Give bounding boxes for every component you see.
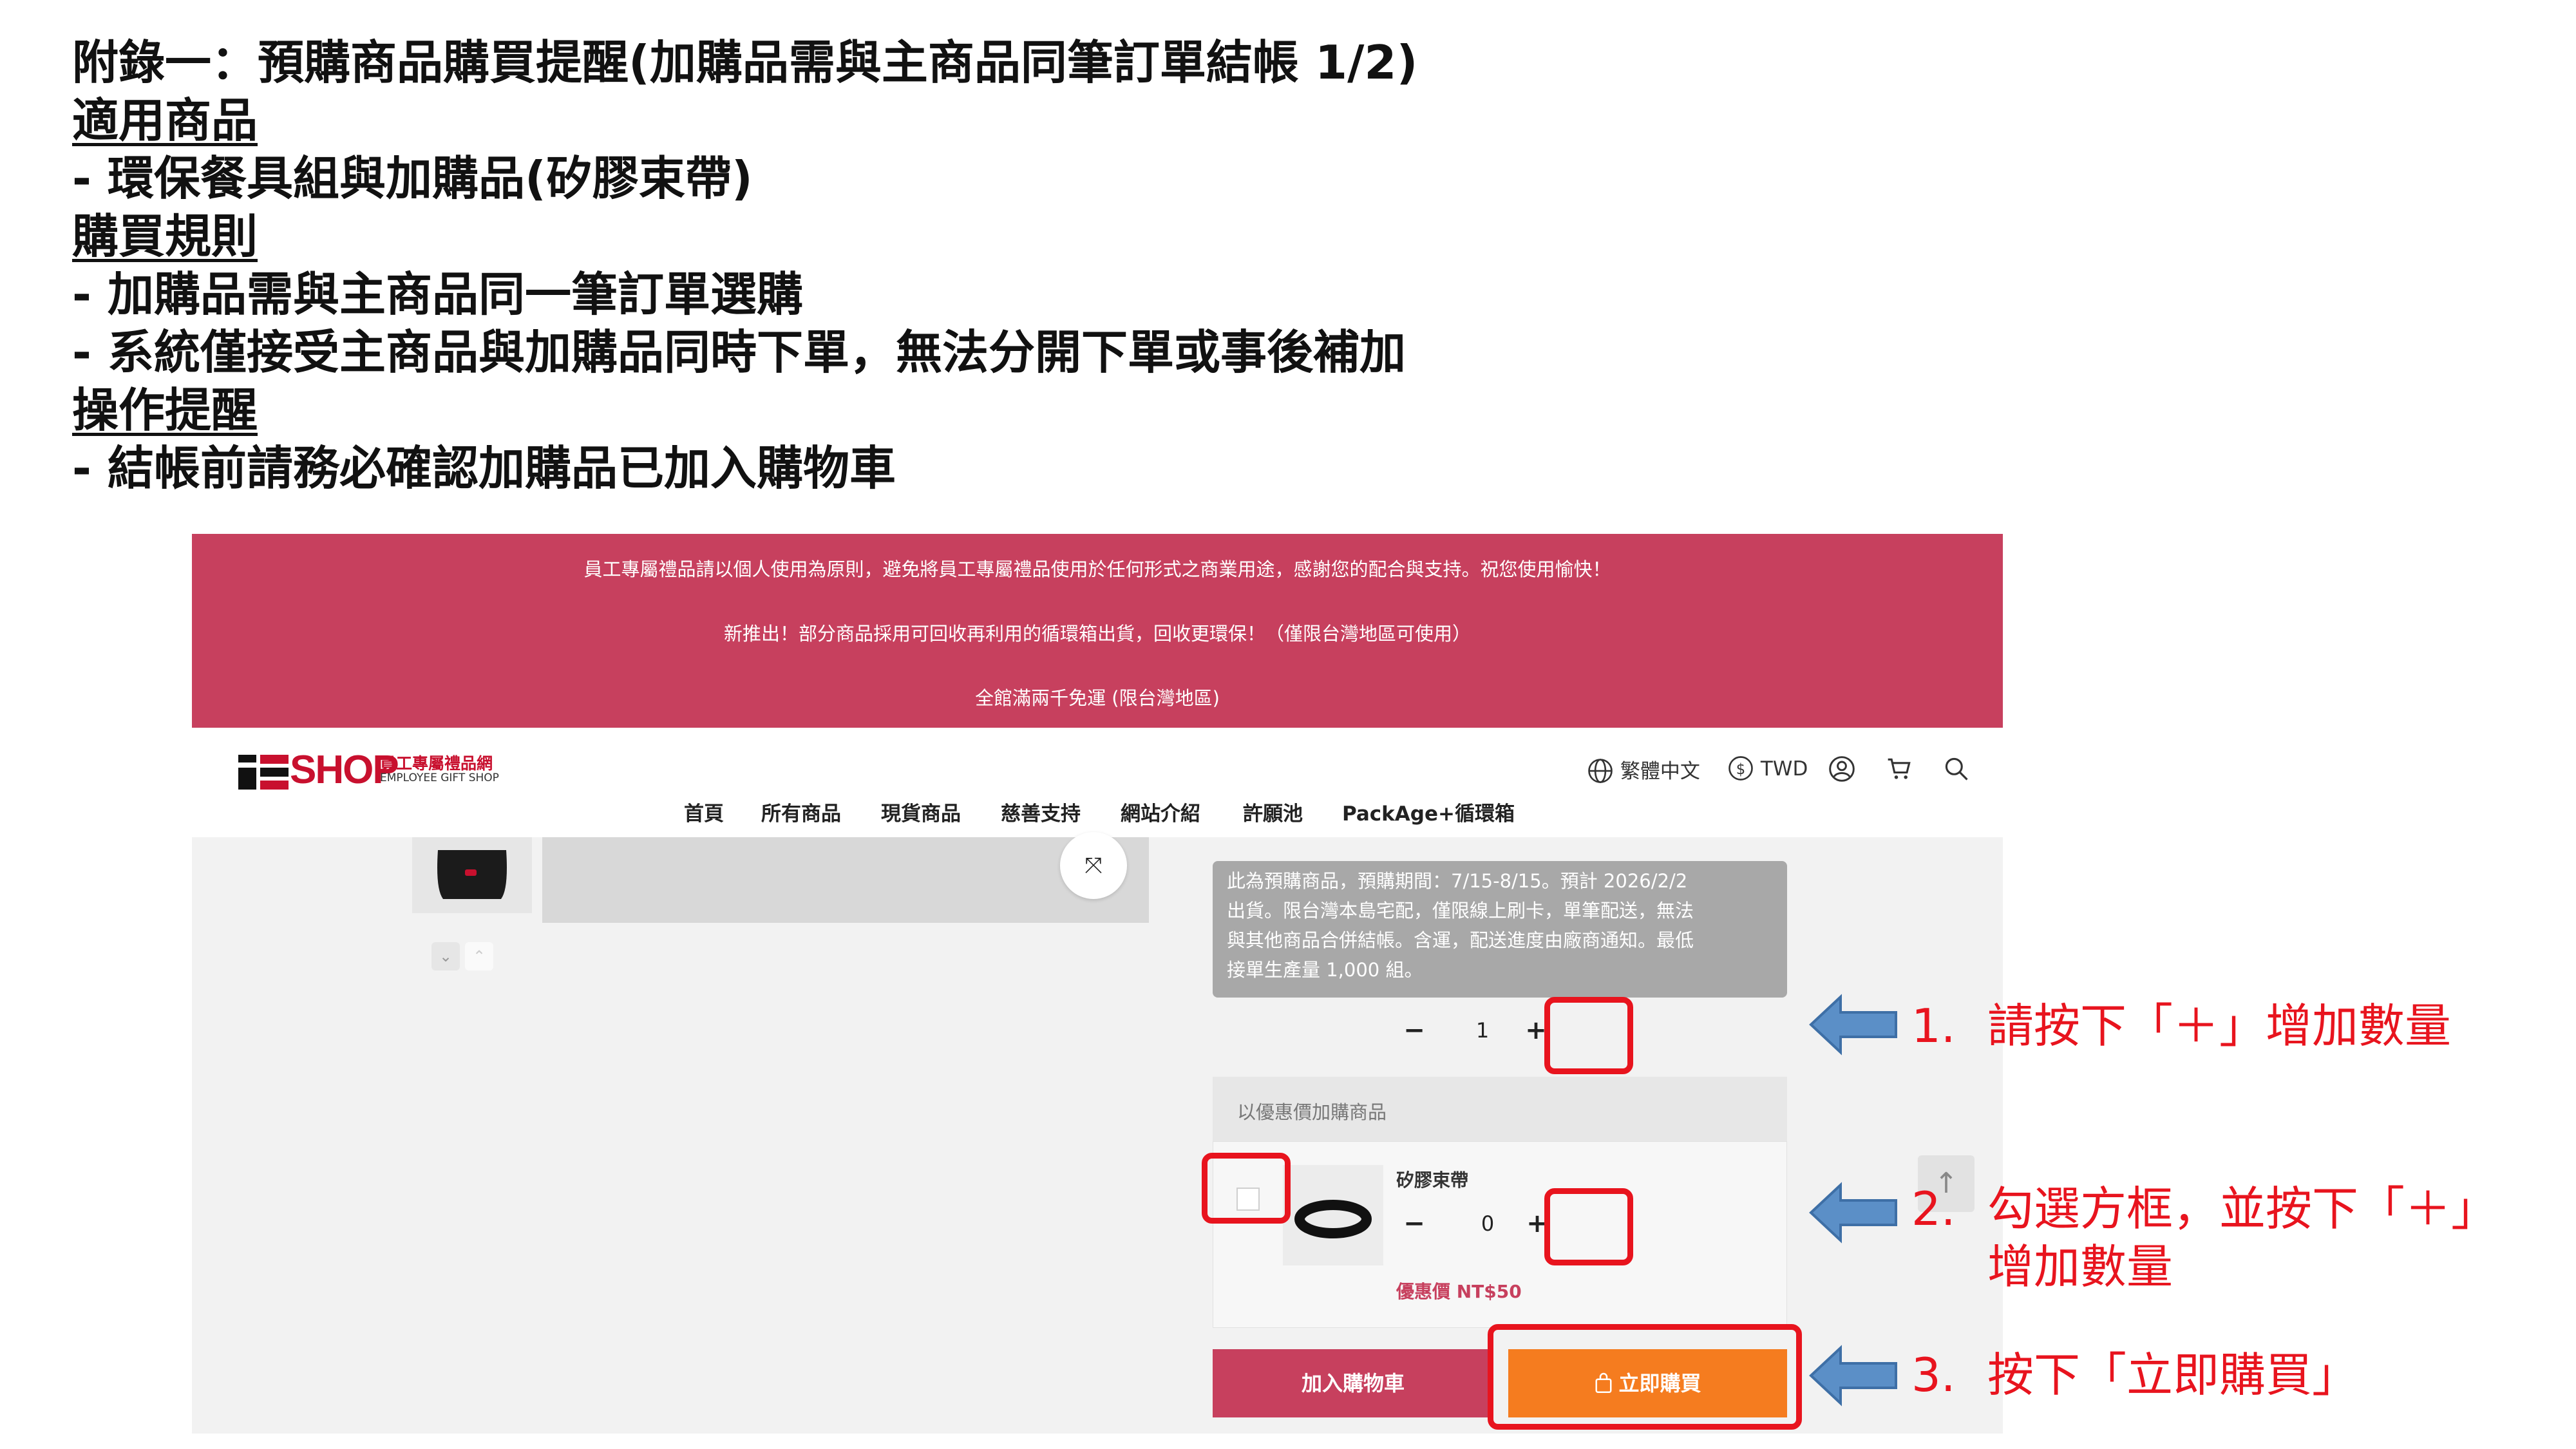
notice-line: 出貨。限台灣本島宅配，僅限線上刷卡，單筆配送，無法 xyxy=(1227,900,1694,922)
product-thumbnail[interactable] xyxy=(412,837,532,913)
nav-item-charity[interactable]: 慈善支持 xyxy=(1001,797,1081,826)
step-number: 3. xyxy=(1911,1348,1956,1402)
highlight-addon-increase xyxy=(1544,1188,1633,1265)
highlight-buy-now xyxy=(1488,1324,1802,1430)
section-item: - 環保餐具組與加購品(矽膠束帶) xyxy=(72,151,753,205)
language-selector[interactable]: 繁體中文 xyxy=(1587,755,1700,784)
notice-line: 與其他商品合併結帳。含運，配送進度由廠商通知。最低 xyxy=(1227,929,1694,951)
currency-selector[interactable]: $ TWD xyxy=(1727,755,1808,782)
announcement-line: 員工專屬禮品請以個人使用為原則，避免將員工專屬禮品使用於任何形式之商業用途，感謝… xyxy=(583,558,1611,580)
product-main-image[interactable] xyxy=(542,837,1149,923)
arrow-left-icon xyxy=(1809,1182,1897,1244)
quantity-value[interactable]: 1 xyxy=(1470,1018,1495,1043)
announcement-line: 新推出！部分商品採用可回收再利用的循環箱出貨，回收更環保！（僅限台灣地區可使用） xyxy=(723,623,1471,645)
section-heading-operation-reminder: 操作提醒 xyxy=(72,383,258,437)
chevron-up-icon[interactable]: ⌃ xyxy=(465,942,493,971)
search-button[interactable] xyxy=(1942,755,1971,788)
logo-mark[interactable] xyxy=(238,755,289,790)
addon-quantity-decrease-button[interactable]: − xyxy=(1401,1209,1427,1238)
nav-item-in-stock[interactable]: 現貨商品 xyxy=(881,797,961,826)
step-text: 勾選方框，並按下「＋」 xyxy=(1987,1182,2498,1236)
section-item: - 結帳前請務必確認加購品已加入購物車 xyxy=(72,441,896,495)
section-item: - 系統僅接受主商品與加購品同時下單，無法分開下單或事後補加 xyxy=(72,325,1406,379)
announcement-line: 全館滿兩千免運 (限台灣地區) xyxy=(975,687,1220,709)
section-heading-purchase-rules: 購買規則 xyxy=(72,209,258,263)
chevron-down-icon[interactable]: ⌄ xyxy=(431,942,460,971)
step-number: 2. xyxy=(1911,1182,1956,1236)
section-item: - 加購品需與主商品同一筆訂單選購 xyxy=(72,267,803,321)
doc-title: 附錄一：預購商品購買提醒(加購品需與主商品同筆訂單結帳 1/2) xyxy=(72,35,1418,90)
addon-name: 矽膠束帶 xyxy=(1396,1170,1469,1191)
currency-label: TWD xyxy=(1760,757,1808,781)
account-button[interactable] xyxy=(1828,755,1856,788)
product-bag-image xyxy=(437,850,507,899)
nav-item-all-products[interactable]: 所有商品 xyxy=(761,797,841,826)
quantity-decrease-button[interactable]: − xyxy=(1401,1016,1427,1045)
svg-text:$: $ xyxy=(1736,761,1745,778)
step-text: 按下「立即購買」 xyxy=(1987,1348,2359,1402)
highlight-addon-checkbox xyxy=(1202,1153,1291,1224)
addon-section-title: 以優惠價加購商品 xyxy=(1237,1101,1387,1123)
logo-name-cn: 員工專屬禮品網 xyxy=(380,754,493,773)
globe-icon xyxy=(1588,759,1613,783)
arrow-left-icon xyxy=(1809,1345,1897,1406)
nav-item-home[interactable]: 首頁 xyxy=(684,797,724,826)
notice-line: 此為預購商品，預購期間：7/15-8/15。預計 2026/2/2 xyxy=(1227,870,1688,892)
shop-screenshot: 員工專屬禮品請以個人使用為原則，避免將員工專屬禮品使用於任何形式之商業用途，感謝… xyxy=(192,534,2003,1434)
addon-section-header: 以優惠價加購商品 xyxy=(1213,1077,1787,1141)
highlight-quantity-increase xyxy=(1544,997,1633,1074)
silicone-strap-image xyxy=(1294,1200,1372,1238)
nav-item-about[interactable]: 網站介紹 xyxy=(1121,797,1200,826)
addon-product-image xyxy=(1283,1165,1383,1265)
preorder-notice: 此為預購商品，預購期間：7/15-8/15。預計 2026/2/2 出貨。限台灣… xyxy=(1213,861,1787,998)
search-icon xyxy=(1945,757,1968,781)
step-text: 請按下「＋」增加數量 xyxy=(1987,999,2452,1053)
announcement-bar: 員工專屬禮品請以個人使用為原則，避免將員工專屬禮品使用於任何形式之商業用途，感謝… xyxy=(192,534,2003,728)
currency-icon: $ xyxy=(1728,756,1753,781)
step-text: 增加數量 xyxy=(1987,1240,2174,1294)
arrow-left-icon xyxy=(1809,994,1897,1056)
site-header: SHOP 員工專屬禮品網 EMPLOYEE GIFT SHOP 繁體中文 $ T… xyxy=(192,728,2003,837)
language-label: 繁體中文 xyxy=(1620,760,1700,783)
addon-price: 優惠價 NT$50 xyxy=(1396,1281,1522,1302)
notice-line: 接單生產量 1,000 組。 xyxy=(1227,959,1423,981)
cart-button[interactable] xyxy=(1886,755,1914,788)
step-number: 1. xyxy=(1911,999,1956,1053)
add-to-cart-button[interactable]: 加入購物車 xyxy=(1213,1349,1493,1417)
addon-quantity-value[interactable]: 0 xyxy=(1475,1211,1501,1236)
nav-item-wishlist[interactable]: 許願池 xyxy=(1243,797,1303,826)
logo-name-en: EMPLOYEE GIFT SHOP xyxy=(380,772,499,784)
nav-item-package[interactable]: PackAge+循環箱 xyxy=(1342,797,1515,826)
cart-icon xyxy=(1888,758,1911,779)
expand-icon[interactable]: ⤧ xyxy=(1060,832,1127,899)
user-icon xyxy=(1829,756,1855,782)
section-heading-applicable-products: 適用商品 xyxy=(72,93,258,147)
